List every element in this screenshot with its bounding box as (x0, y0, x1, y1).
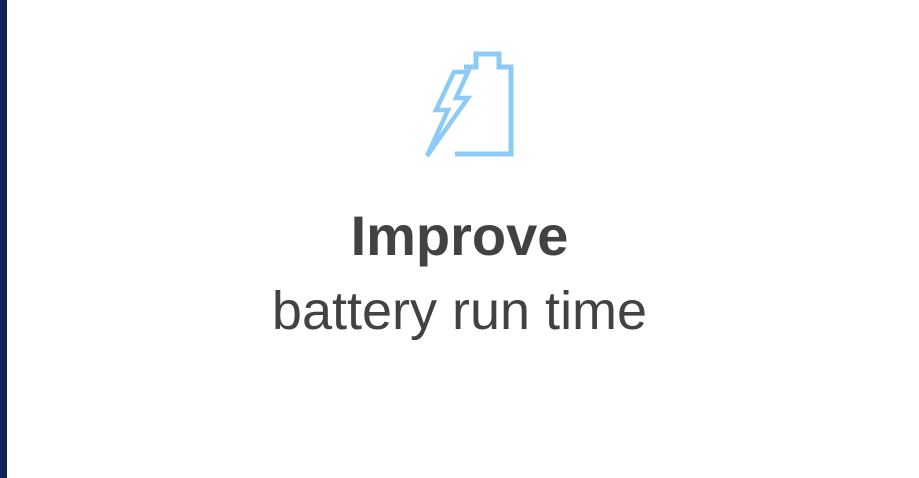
feature-subtitle: battery run time (271, 281, 648, 341)
battery-charging-icon (424, 51, 514, 158)
feature-title: Improve (350, 204, 569, 267)
feature-slide: Improve battery run time (0, 0, 919, 478)
